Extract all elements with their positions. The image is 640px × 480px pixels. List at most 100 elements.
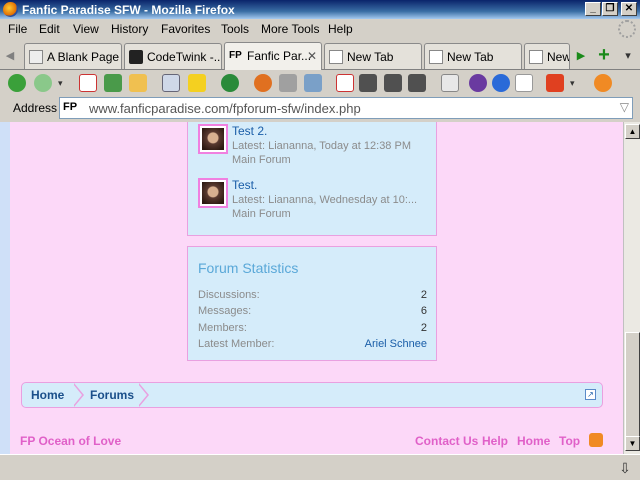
close-tab-icon[interactable]: ✕	[307, 43, 317, 69]
flash-icon[interactable]	[546, 74, 564, 92]
window-title: Fanfic Paradise SFW - Mozilla Firefox	[22, 3, 235, 17]
tab-label: New Tab	[447, 50, 494, 64]
select-tool-icon[interactable]	[441, 74, 459, 92]
sync-icon[interactable]	[221, 74, 239, 92]
stat-label: Discussions:	[198, 289, 260, 301]
page-viewport: Test 2. Latest: Liananna, Today at 12:38…	[0, 122, 623, 454]
page-info-icon[interactable]	[304, 74, 322, 92]
bookmark-star-icon[interactable]	[188, 74, 206, 92]
forward-icon[interactable]	[34, 74, 52, 92]
extension-icon[interactable]	[594, 74, 612, 92]
tab-fanfic-paradise[interactable]: FP Fanfic Par... ✕	[224, 42, 322, 70]
new-threads-panel: Test 2. Latest: Liananna, Today at 12:38…	[187, 122, 437, 236]
info-icon[interactable]	[492, 74, 510, 92]
menu-bar: File Edit View History Favorites Tools M…	[0, 19, 640, 39]
page-icon	[29, 50, 43, 64]
block-icon[interactable]	[469, 74, 487, 92]
tab-new-tab-2[interactable]: New Tab	[424, 43, 522, 69]
url-input[interactable]: FP www.fanficparadise.com/fpforum-sfw/in…	[59, 97, 633, 119]
footer-site-name[interactable]: FP Ocean of Love	[20, 434, 121, 448]
screen-tool-icon[interactable]	[408, 74, 426, 92]
menu-edit[interactable]: Edit	[39, 22, 60, 36]
rss-icon[interactable]	[589, 433, 603, 447]
menu-help[interactable]: Help	[328, 22, 353, 36]
scroll-down-icon[interactable]: ▼	[625, 436, 640, 451]
thread-forum[interactable]: Main Forum	[232, 208, 291, 220]
lock-icon	[129, 50, 143, 64]
stat-value: 2	[420, 322, 427, 334]
vertical-scrollbar[interactable]: ▲ ▼	[623, 122, 640, 454]
avatar[interactable]	[198, 124, 228, 154]
thread-title[interactable]: Test.	[232, 178, 257, 192]
stop-icon[interactable]	[79, 74, 97, 92]
stat-label: Members:	[198, 322, 247, 334]
pdf-icon[interactable]	[336, 74, 354, 92]
minimize-button[interactable]: _	[585, 2, 601, 16]
notes-icon[interactable]	[515, 74, 533, 92]
tab-new-tab-1[interactable]: New Tab	[324, 43, 422, 69]
forum-statistics-panel: Forum Statistics Discussions: 2 Messages…	[187, 246, 437, 361]
tab-new-tab-3[interactable]: New	[524, 43, 570, 69]
tab-strip: ◀ A Blank Page CodeTwink -... FP Fanfic …	[0, 40, 640, 70]
tab-label: New	[547, 50, 570, 64]
menu-view[interactable]: View	[73, 22, 99, 36]
stats-title: Forum Statistics	[198, 260, 299, 276]
breadcrumb-home[interactable]: Home	[31, 383, 64, 407]
url-text[interactable]: www.fanficparadise.com/fpforum-sfw/index…	[89, 101, 361, 116]
menu-more-tools[interactable]: More Tools	[261, 22, 319, 36]
site-favicon-icon: FP	[63, 101, 78, 113]
page-footer: FP Ocean of Love Contact Us Help Home To…	[0, 433, 623, 450]
search-icon[interactable]	[162, 74, 180, 92]
thread-meta: Latest: Liananna, Today at 12:38 PM	[232, 140, 411, 152]
home-icon[interactable]	[129, 74, 147, 92]
menu-favorites[interactable]: Favorites	[161, 22, 210, 36]
new-tab-button[interactable]: +	[593, 45, 615, 67]
status-bar: ⇩	[0, 454, 640, 480]
throbber-icon	[618, 20, 636, 38]
tab-codetwink[interactable]: CodeTwink -...	[124, 43, 222, 69]
page-icon	[529, 50, 543, 64]
page-left-strip	[0, 122, 10, 454]
tab-label: Fanfic Par...	[247, 49, 312, 63]
back-icon[interactable]	[8, 74, 26, 92]
menu-file[interactable]: File	[8, 22, 27, 36]
jump-to-icon[interactable]: ↗	[585, 389, 596, 400]
firefox-logo-icon	[3, 2, 18, 17]
menu-history[interactable]: History	[111, 22, 148, 36]
tab-scroll-right-icon[interactable]: ▶	[573, 45, 589, 67]
footer-link-help[interactable]: Help	[482, 434, 508, 448]
address-bar: Address FP www.fanficparadise.com/fpforu…	[0, 96, 640, 122]
screen-tool-icon[interactable]	[384, 74, 402, 92]
menu-tools[interactable]: Tools	[221, 22, 249, 36]
flash-dropdown-icon[interactable]: ▾	[570, 74, 580, 92]
scroll-up-icon[interactable]: ▲	[625, 124, 640, 139]
footer-link-home[interactable]: Home	[517, 434, 550, 448]
close-window-button[interactable]: ✕	[621, 2, 637, 16]
address-label: Address	[13, 101, 58, 115]
stat-value: 2	[420, 289, 427, 301]
history-dropdown-icon[interactable]: ▾	[58, 74, 68, 92]
screen-tool-icon[interactable]	[359, 74, 377, 92]
tab-a-blank-page[interactable]: A Blank Page	[24, 43, 122, 69]
latest-member-link[interactable]: Ariel Schnee	[365, 338, 427, 350]
breadcrumb-forums[interactable]: Forums	[90, 383, 134, 407]
footer-link-top[interactable]: Top	[559, 434, 580, 448]
tab-list-icon[interactable]: ▾	[620, 45, 636, 67]
url-dropdown-icon[interactable]: ▽	[620, 100, 629, 114]
scrollbar-thumb[interactable]	[625, 332, 640, 437]
thread-title[interactable]: Test 2.	[232, 124, 267, 138]
tab-label: New Tab	[347, 50, 394, 64]
page-icon	[429, 50, 443, 64]
restore-button[interactable]: ❐	[602, 2, 618, 16]
reload-icon[interactable]	[104, 74, 122, 92]
firefox-icon[interactable]	[254, 74, 272, 92]
breadcrumb: Home Forums ↗	[21, 382, 603, 408]
tab-label: A Blank Page	[47, 50, 120, 64]
print-icon[interactable]	[279, 74, 297, 92]
tab-scroll-left-icon[interactable]: ◀	[2, 45, 18, 67]
download-status-icon[interactable]: ⇩	[615, 458, 635, 478]
fp-icon: FP	[229, 50, 242, 61]
footer-link-contact[interactable]: Contact Us	[415, 434, 478, 448]
avatar[interactable]	[198, 178, 228, 208]
thread-forum[interactable]: Main Forum	[232, 154, 291, 166]
